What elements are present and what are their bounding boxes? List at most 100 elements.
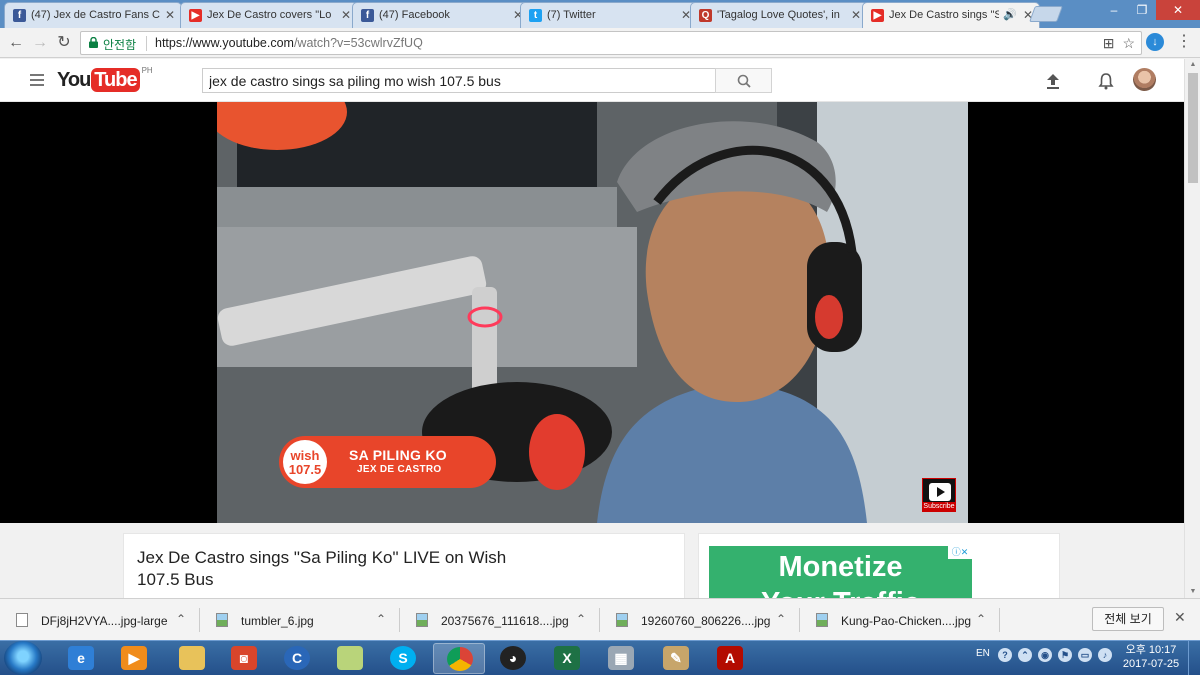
download-filename: 19260760_806226....jpg xyxy=(641,614,771,628)
taskbar-excel[interactable]: X xyxy=(541,643,593,674)
browser-app-icon: C xyxy=(284,646,310,670)
network-icon[interactable]: ◉ xyxy=(1038,648,1052,662)
logo-tube: Tube xyxy=(91,68,140,92)
scroll-up-icon[interactable]: ▲ xyxy=(1185,59,1200,71)
show-desktop-button[interactable] xyxy=(1188,641,1200,675)
download-filename: 20375676_111618....jpg xyxy=(441,614,569,628)
tab-jex-covers[interactable]: ▶ Jex De Castro covers "Lo ✕ xyxy=(180,2,358,28)
tab-facebook[interactable]: f (47) Facebook ✕ xyxy=(352,2,530,28)
browser-menu-icon[interactable]: ⋮ xyxy=(1176,33,1192,51)
maximize-icon[interactable]: ❐ xyxy=(1128,0,1156,20)
taskbar-calculator[interactable]: ▦ xyxy=(595,643,647,674)
upload-icon[interactable] xyxy=(1043,71,1063,91)
skype-icon: S xyxy=(390,646,416,670)
tab-jex-fans[interactable]: f (47) Jex de Castro Fans C ✕ xyxy=(4,2,182,28)
new-tab-button[interactable] xyxy=(1029,6,1063,22)
close-icon[interactable]: ✕ xyxy=(341,8,351,22)
close-icon[interactable]: ✕ xyxy=(851,8,861,22)
taskbar-media-player[interactable]: ▶ xyxy=(108,643,160,674)
region-code: PH xyxy=(141,66,153,75)
window-close-icon[interactable]: ✕ xyxy=(1156,0,1200,20)
taskbar-browser[interactable]: C xyxy=(271,643,323,674)
youtube-logo[interactable]: You Tube PH xyxy=(57,66,153,94)
image-file-icon xyxy=(216,613,228,627)
video-title: Jex De Castro sings "Sa Piling Ko" LIVE … xyxy=(137,548,507,589)
media-player-icon: ▶ xyxy=(121,646,147,670)
translate-icon[interactable]: ⊞ xyxy=(1103,35,1115,52)
internet-explorer-icon: e xyxy=(68,646,94,670)
download-item[interactable]: 20375676_111618....jpg ⌃ xyxy=(400,606,600,634)
song-title-overlay: SA PILING KO xyxy=(349,447,447,463)
back-icon[interactable]: ← xyxy=(5,32,27,54)
scroll-down-icon[interactable]: ▼ xyxy=(1185,586,1200,598)
extension-icon[interactable]: ↓ xyxy=(1146,33,1164,51)
reload-icon[interactable]: ↻ xyxy=(53,32,75,54)
adchoices-icon[interactable]: ⓘ✕ xyxy=(948,546,972,559)
taskbar-chrome[interactable] xyxy=(433,643,485,674)
tray-arrow-icon[interactable]: ⌃ xyxy=(1018,648,1032,662)
chevron-up-icon[interactable]: ⌃ xyxy=(576,612,586,626)
guide-menu-icon[interactable] xyxy=(30,74,44,89)
ad-line-1: Monetize xyxy=(778,551,903,583)
qq-penguin-icon: ◕ xyxy=(500,646,526,670)
taskbar-skype[interactable]: S xyxy=(377,643,429,674)
scroll-thumb[interactable] xyxy=(1188,73,1198,183)
chevron-up-icon[interactable]: ⌃ xyxy=(776,612,786,626)
taskbar-ie[interactable]: e xyxy=(55,643,107,674)
taskbar-pdf[interactable]: A xyxy=(704,643,756,674)
language-indicator[interactable]: EN xyxy=(976,648,990,659)
show-all-downloads-button[interactable]: 전체 보기 xyxy=(1092,607,1164,631)
address-bar[interactable]: 안전함 https://www.youtube.com/watch?v=53cw… xyxy=(80,31,1142,55)
forward-icon[interactable]: → xyxy=(29,32,51,54)
window-controls: – ❐ ✕ xyxy=(1100,0,1200,22)
download-filename: tumbler_6.jpg xyxy=(241,614,314,628)
taskbar-paint[interactable]: ✎ xyxy=(650,643,702,674)
facebook-icon: f xyxy=(361,9,374,22)
chevron-up-icon[interactable]: ⌃ xyxy=(176,612,186,626)
subscribe-watermark-button[interactable]: Subscribe xyxy=(922,478,956,512)
close-icon[interactable]: ✕ xyxy=(165,8,175,22)
taskbar-explorer[interactable] xyxy=(166,643,218,674)
chevron-up-icon[interactable]: ⌃ xyxy=(376,612,386,626)
download-item[interactable]: DFj8jH2VYA....jpg-large ⌃ xyxy=(0,606,200,634)
download-filename: Kung-Pao-Chicken....jpg xyxy=(841,614,972,628)
tab-jex-sings[interactable]: ▶ Jex De Castro sings "S 🔊 ✕ xyxy=(862,2,1040,29)
tab-tagalog-quotes[interactable]: Q 'Tagalog Love Quotes', in ✕ xyxy=(690,2,868,28)
start-button[interactable] xyxy=(4,641,42,675)
taskbar-notes[interactable] xyxy=(324,643,376,674)
site-icon: Q xyxy=(699,9,712,22)
chevron-up-icon[interactable]: ⌃ xyxy=(976,612,986,626)
video-info-card: Jex De Castro sings "Sa Piling Ko" LIVE … xyxy=(123,533,685,598)
page-scrollbar[interactable]: ▲ ▼ xyxy=(1184,59,1200,598)
video-player[interactable]: wish 107.5 SA PILING KO JEX DE CASTRO xyxy=(0,102,1184,523)
clock-date: 2017-07-25 xyxy=(1122,658,1180,670)
help-icon[interactable]: ? xyxy=(998,648,1012,662)
flag-icon[interactable]: ⚑ xyxy=(1058,648,1072,662)
tab-label: (7) Twitter xyxy=(547,9,596,21)
close-shelf-icon[interactable]: ✕ xyxy=(1174,609,1186,626)
download-item[interactable]: tumbler_6.jpg ⌃ xyxy=(200,606,400,634)
tab-twitter[interactable]: t (7) Twitter ✕ xyxy=(520,2,698,28)
ad-banner[interactable]: Monetize Your Traffic ⓘ✕ xyxy=(709,546,972,598)
system-clock[interactable]: 오후 10:17 2017-07-25 xyxy=(1118,643,1184,671)
notifications-bell-icon[interactable] xyxy=(1096,71,1116,91)
taskbar-presentation[interactable]: ◙ xyxy=(218,643,270,674)
speaker-icon[interactable]: 🔊 xyxy=(1003,8,1017,21)
video-frame[interactable]: wish 107.5 SA PILING KO JEX DE CASTRO xyxy=(217,102,968,523)
omnibox-actions: ⊞ ☆ xyxy=(1103,35,1135,52)
tab-strip: f (47) Jex de Castro Fans C ✕ ▶ Jex De C… xyxy=(0,0,1200,29)
search-input[interactable] xyxy=(202,68,715,93)
download-item[interactable]: 19260760_806226....jpg ⌃ xyxy=(600,606,800,634)
search-icon xyxy=(737,74,751,88)
chrome-icon xyxy=(447,647,473,671)
download-item[interactable]: Kung-Pao-Chicken....jpg ⌃ xyxy=(800,606,1000,634)
monitor-icon[interactable]: ▭ xyxy=(1078,648,1092,662)
minimize-icon[interactable]: – xyxy=(1100,0,1128,20)
subscribe-label: Subscribe xyxy=(923,502,955,511)
volume-icon[interactable]: ♪ xyxy=(1098,648,1112,662)
search-button[interactable] xyxy=(715,68,772,93)
account-avatar[interactable] xyxy=(1133,68,1156,91)
taskbar-qq[interactable]: ◕ xyxy=(487,643,539,674)
bookmark-star-icon[interactable]: ☆ xyxy=(1122,35,1135,52)
facebook-icon: f xyxy=(13,9,26,22)
